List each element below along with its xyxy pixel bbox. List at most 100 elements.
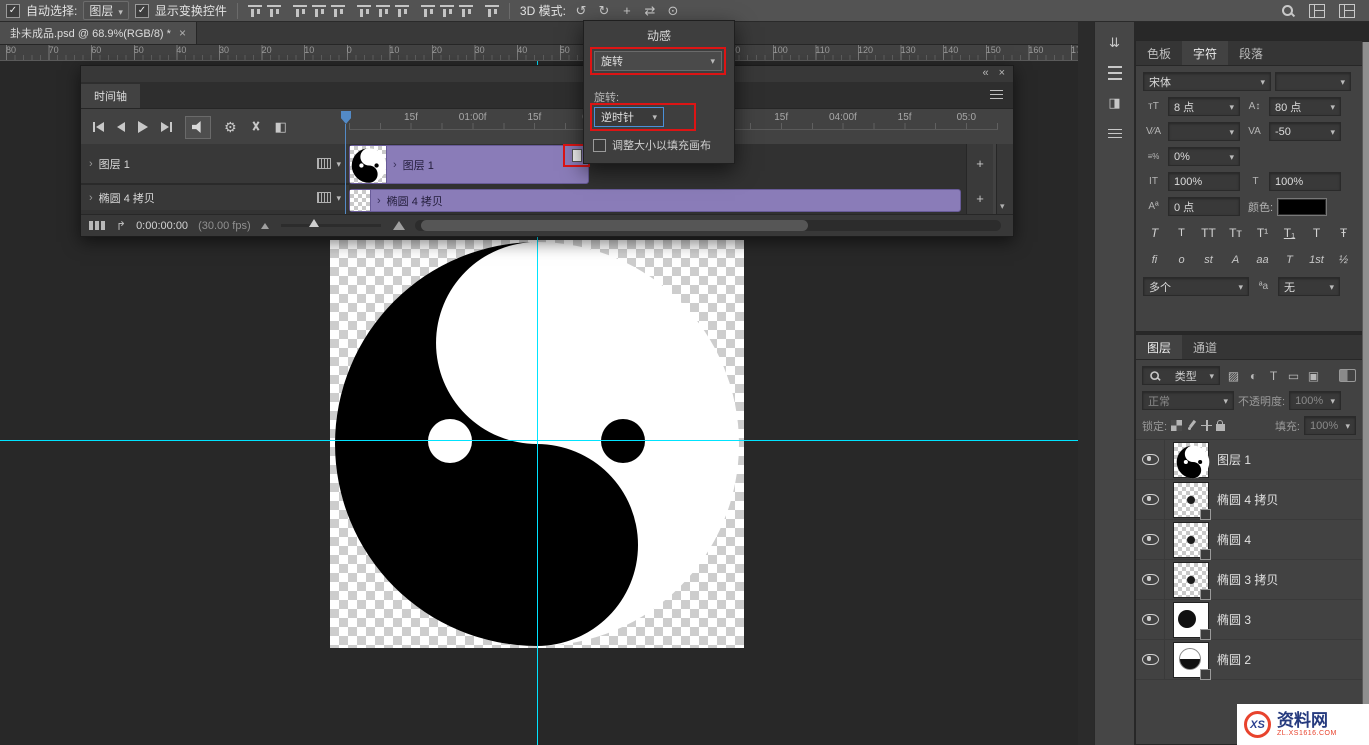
vertical-scale-field[interactable]: 100% (1168, 172, 1240, 191)
expand-clip-icon[interactable]: › (377, 195, 381, 207)
antialias-dropdown[interactable]: 无 (1278, 277, 1340, 296)
tracking-dropdown[interactable]: -50 (1269, 122, 1341, 141)
distribute-horizontal-centers-icon[interactable] (459, 4, 473, 17)
zoom-slider-knob[interactable] (309, 219, 319, 227)
timeline-vertical-scrollbar[interactable] (996, 144, 1013, 214)
visibility-toggle[interactable] (1136, 520, 1165, 559)
3d-roll-icon[interactable]: ↻ (595, 3, 613, 19)
layer-thumbnail[interactable] (1174, 563, 1208, 597)
fractions-button[interactable]: ½ (1331, 250, 1356, 270)
properties-panel-icon[interactable] (1108, 66, 1122, 80)
blend-mode-dropdown[interactable]: 正常 (1142, 391, 1234, 410)
font-style-dropdown[interactable] (1275, 72, 1351, 91)
timeline-settings-button[interactable] (224, 119, 237, 136)
tab-character[interactable]: 字符 (1182, 41, 1228, 65)
faux-italic-button[interactable]: T (1169, 223, 1194, 243)
align-horizontal-centers-icon[interactable] (331, 4, 345, 17)
layer-row[interactable]: 椭圆 4 拷贝 (1136, 480, 1362, 520)
zoom-out-icon[interactable] (261, 223, 269, 229)
align-top-edges-icon[interactable] (248, 4, 262, 17)
timeline-clip-layer1[interactable]: › 图层 1 (349, 145, 589, 184)
layer-filter-dropdown[interactable]: 类型 (1142, 366, 1220, 385)
clip-properties-icon[interactable] (572, 149, 582, 162)
contextual-alternates-button[interactable]: o (1169, 250, 1194, 270)
motion-style-dropdown[interactable]: 旋转 (594, 51, 722, 71)
filter-toggle-icon[interactable] (1339, 369, 1356, 382)
layer-thumbnail[interactable] (1174, 603, 1208, 637)
chevron-down-icon[interactable] (336, 192, 341, 204)
expand-panels-icon[interactable] (1105, 34, 1125, 52)
app-vertical-scrollbar[interactable] (1362, 42, 1369, 745)
language-dropdown[interactable]: 多个 (1143, 277, 1249, 296)
titling-alternates-button[interactable]: T (1277, 250, 1302, 270)
visibility-toggle[interactable] (1136, 560, 1165, 599)
video-track-icon[interactable] (317, 158, 331, 169)
arrange-documents-icon[interactable] (1339, 4, 1355, 18)
align-right-edges-icon[interactable] (357, 4, 371, 17)
lock-pixels-icon[interactable] (1186, 420, 1197, 431)
info-panel-icon[interactable] (1108, 128, 1122, 138)
type-filter-icon[interactable]: T (1264, 367, 1283, 384)
fill-field[interactable]: 100% (1304, 416, 1356, 435)
font-family-dropdown[interactable]: 宋体 (1143, 72, 1271, 91)
track-header-layer1[interactable]: › 图层 1 (81, 144, 349, 185)
rotate-direction-dropdown[interactable]: 逆时针 (594, 107, 664, 127)
expand-track-icon[interactable]: › (89, 192, 93, 204)
split-at-playhead-button[interactable] (250, 121, 262, 133)
panel-menu-icon[interactable] (990, 90, 1003, 99)
auto-select-dropdown[interactable]: 图层 (83, 1, 129, 20)
tab-channels[interactable]: 通道 (1182, 335, 1228, 359)
stylistic-alternates-button[interactable]: aa (1250, 250, 1275, 270)
zoom-in-icon[interactable] (393, 221, 405, 230)
layer-thumbnail[interactable] (1174, 523, 1208, 557)
resize-canvas-checkbox[interactable] (593, 139, 606, 152)
mute-audio-button[interactable] (185, 116, 211, 139)
play-button[interactable] (138, 121, 148, 133)
text-color-swatch[interactable] (1277, 198, 1327, 216)
tab-paragraph[interactable]: 段落 (1228, 41, 1274, 65)
document-tab[interactable]: 卦未成品.psd @ 68.9%(RGB/8) * × (0, 22, 197, 44)
font-size-dropdown[interactable]: 8 点 (1168, 97, 1240, 116)
distribute-bottom-edges-icon[interactable] (421, 4, 435, 17)
ordinals-button[interactable]: 1st (1304, 250, 1329, 270)
distribute-top-edges-icon[interactable] (376, 4, 390, 17)
superscript-button[interactable]: T¹ (1250, 223, 1275, 243)
close-panel-button[interactable]: × (999, 67, 1005, 79)
video-track-icon[interactable] (317, 192, 331, 203)
tab-layers[interactable]: 图层 (1136, 335, 1182, 359)
lock-all-icon[interactable] (1216, 424, 1225, 431)
baseline-shift-field[interactable]: 0 点 (1168, 197, 1240, 216)
add-media-button[interactable] (967, 191, 993, 206)
align-bottom-edges-icon[interactable] (293, 4, 307, 17)
align-left-edges-icon[interactable] (312, 4, 326, 17)
workspace-icon[interactable] (1309, 4, 1325, 18)
strikethrough-button[interactable]: Ŧ (1331, 223, 1356, 243)
visibility-toggle[interactable] (1136, 440, 1165, 479)
distribute-right-edges-icon[interactable] (485, 4, 499, 17)
3d-slide-icon[interactable]: ⇄ (641, 3, 659, 19)
lock-transparency-icon[interactable] (1171, 420, 1182, 431)
distribute-left-edges-icon[interactable] (440, 4, 454, 17)
layer-row[interactable]: 椭圆 4 (1136, 520, 1362, 560)
adjustment-filter-icon[interactable]: ◐ (1244, 367, 1263, 384)
add-media-button[interactable] (967, 156, 993, 171)
adjustments-panel-icon[interactable] (1105, 94, 1125, 112)
align-vertical-centers-icon[interactable] (267, 4, 281, 17)
proportional-spacing-dropdown[interactable]: 0% (1168, 147, 1240, 166)
3d-orbit-icon[interactable]: ↺ (572, 3, 590, 19)
subscript-button[interactable]: T₁ (1277, 223, 1302, 243)
collapse-panel-button[interactable]: « (982, 67, 988, 79)
search-icon[interactable] (1281, 4, 1295, 18)
all-caps-button[interactable]: TT (1196, 223, 1221, 243)
3d-pan-icon[interactable]: + (618, 3, 636, 18)
underline-button[interactable]: T (1304, 223, 1329, 243)
go-to-first-frame-button[interactable] (93, 122, 104, 132)
lock-position-icon[interactable] (1201, 420, 1212, 431)
tab-timeline[interactable]: 时间轴 (81, 84, 140, 108)
pixel-filter-icon[interactable]: ▨ (1224, 367, 1243, 384)
discretionary-ligatures-button[interactable]: st (1196, 250, 1221, 270)
visibility-toggle[interactable] (1136, 480, 1165, 519)
visibility-toggle[interactable] (1136, 600, 1165, 639)
timeline-horizontal-scrollbar[interactable] (415, 220, 1001, 231)
layer-row[interactable]: 椭圆 3 (1136, 600, 1362, 640)
